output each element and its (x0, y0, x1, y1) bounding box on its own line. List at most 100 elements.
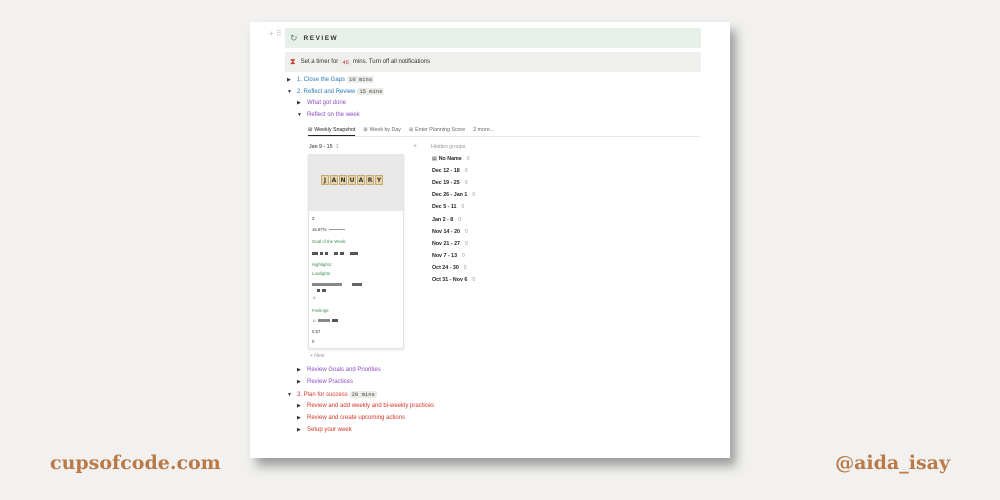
toggle-review-practices[interactable]: ▶ Review Practices (297, 379, 353, 385)
hidden-group-item[interactable]: Dec 26 - Jan 1 0 (432, 192, 475, 198)
tab-weekly-snapshot[interactable]: ⊞ Weekly Snapshot (308, 126, 356, 136)
duration-badge: 20 mins (349, 391, 377, 398)
hidden-group-label: Nov 14 - 20 (432, 228, 460, 235)
toggle-label: Review and create upcoming actions (307, 415, 406, 421)
tab-label: Enter Planning Score (415, 127, 466, 133)
emoji-face-icon: ☺ (312, 318, 317, 323)
toggle-what-got-done[interactable]: ▶ What got done (297, 100, 346, 106)
letter-tile: A (357, 175, 365, 185)
toggle-setup-week[interactable]: ▶ Setup your week (297, 427, 352, 433)
hidden-group-item[interactable]: Oct 31 - Nov 6 0 (432, 277, 475, 283)
table-icon: ⊞ (308, 126, 313, 133)
tab-label: Weekly Snapshot (314, 126, 356, 133)
hidden-group-item[interactable]: ▤ No Name 0 (432, 156, 469, 162)
group-title: Jan 9 - 15 (309, 144, 333, 150)
letter-tile: R (366, 175, 374, 185)
card-cover-image: JANUARY (309, 155, 403, 211)
add-group-button[interactable]: + (413, 143, 417, 150)
section-label: 1. Close the Gaps (297, 76, 346, 83)
feelings-label: Feelings: (312, 308, 330, 313)
lowlights-label: Lowlights: (312, 271, 332, 276)
toggle-plan-for-success[interactable]: ▼ 3. Plan for success 20 mins (287, 391, 379, 398)
toggle-close-the-gaps[interactable]: ▶ 1. Close the Gaps 10 mins (287, 76, 376, 83)
hidden-group-item[interactable]: Nov 14 - 20 0 (432, 229, 468, 235)
table-icon: ⊞ (363, 127, 368, 133)
hidden-group-count: 0 (472, 277, 476, 283)
hidden-groups-label: Hidden groups (431, 144, 466, 150)
toggle-review-goals[interactable]: ▶ Review Goals and Priorities (297, 367, 381, 373)
toggle-label: Review Goals and Priorities (307, 367, 381, 373)
triangle-right-icon[interactable]: ▶ (297, 415, 307, 421)
letter-tile: Y (375, 175, 383, 185)
drag-handle-icon[interactable]: + ⠿ (269, 29, 282, 38)
triangle-right-icon[interactable]: ▶ (297, 427, 307, 433)
hidden-group-item[interactable]: Dec 12 - 18 0 (432, 168, 467, 174)
card-value-b: 0.57 (312, 329, 321, 334)
card-value-c: 0 (312, 339, 315, 344)
toggle-reflect-on-the-week[interactable]: ▼ Reflect on the week (297, 112, 360, 118)
lowlights-redacted (312, 282, 364, 287)
hidden-group-count: 0 (463, 264, 467, 271)
tab-enter-planning-score[interactable]: ⊞ Enter Planning Score (409, 126, 465, 136)
toggle-label: Setup your week (307, 427, 352, 433)
hidden-group-item[interactable]: Nov 21 - 27 0 (432, 241, 468, 247)
hidden-group-item[interactable]: Jan 2 - 8 0 (432, 217, 461, 223)
timer-suffix: mins. Turn off all notifications (352, 59, 431, 65)
new-card-button[interactable]: + New (310, 353, 324, 359)
letter-tile: A (330, 175, 338, 185)
hidden-group-item[interactable]: Dec 5 - 11 0 (432, 204, 464, 210)
hidden-group-count: 0 (462, 252, 465, 259)
hidden-group-label: Dec 5 - 11 (432, 204, 457, 211)
hourglass-icon: ⧗ (290, 57, 296, 66)
hidden-group-label: Jan 2 - 8 (432, 216, 454, 223)
letter-tile: U (348, 175, 356, 185)
triangle-right-icon[interactable]: ▶ (297, 367, 307, 373)
brand-site: cupsofcode.com (50, 452, 221, 474)
hidden-group-label: Oct 24 - 30 (432, 264, 459, 271)
review-title: REVIEW (303, 34, 339, 42)
board-card[interactable]: JANUARY 2 16.67% Goal of the Week: Highl… (308, 154, 404, 349)
hidden-group-label: Dec 19 - 25 (432, 180, 460, 187)
triangle-down-icon[interactable]: ▼ (297, 112, 307, 118)
triangle-down-icon[interactable]: ▼ (287, 392, 297, 398)
triangle-down-icon[interactable]: ▼ (287, 89, 297, 95)
card-value-a: 2 (312, 216, 315, 221)
hidden-group-label: No Name (438, 156, 462, 162)
tab-more-views[interactable]: 2 more... (473, 126, 494, 136)
triangle-right-icon[interactable]: ▶ (287, 77, 297, 83)
hidden-group-label: Oct 31 - Nov 6 (432, 277, 468, 283)
hidden-group-count: 0 (464, 228, 468, 235)
table-icon: ⊞ (408, 127, 414, 133)
scrabble-tiles: JANUARY (321, 175, 383, 185)
hidden-group-count: 0 (466, 156, 470, 162)
tab-label: Week by Day (369, 127, 401, 133)
section-label: 2. Reflect and Review (297, 88, 356, 95)
hidden-group-item[interactable]: Dec 19 - 25 0 (432, 180, 467, 186)
highlights-label: Highlights: (312, 262, 333, 267)
database-view-tabs: ⊞ Weekly Snapshot ⊞ Week by Day ⊞ Enter … (308, 126, 700, 137)
toggle-label: Review and add weekly and bi-weekly prac… (307, 403, 435, 409)
toggle-label: Review Practices (307, 379, 354, 385)
letter-tile: J (321, 175, 329, 185)
hidden-group-item[interactable]: Oct 24 - 30 0 (432, 265, 467, 271)
duration-badge: 15 mins (357, 88, 385, 95)
hidden-group-count: 0 (458, 216, 461, 223)
hidden-group-count: 0 (464, 180, 468, 187)
timer-minutes: 45 (340, 58, 351, 66)
hidden-group-item[interactable]: Nov 7 - 13 0 (432, 253, 465, 259)
hidden-group-label: Nov 7 - 13 (432, 252, 458, 259)
board-group-header[interactable]: Jan 9 - 15 1 (309, 144, 339, 150)
duration-badge: 10 mins (347, 76, 375, 83)
goal-label: Goal of the Week: (312, 239, 347, 244)
triangle-right-icon[interactable]: ▶ (297, 379, 307, 385)
toggle-weekly-practices[interactable]: ▶ Review and add weekly and bi-weekly pr… (297, 403, 434, 409)
toggle-upcoming-actions[interactable]: ▶ Review and create upcoming actions (297, 415, 405, 421)
goal-redacted (312, 251, 360, 256)
toggle-reflect-and-review[interactable]: ▼ 2. Reflect and Review 15 mins (287, 88, 386, 95)
triangle-right-icon[interactable]: ▶ (297, 100, 307, 106)
triangle-right-icon[interactable]: ▶ (297, 403, 307, 409)
toggle-label: Reflect on the week (307, 112, 360, 118)
tab-week-by-day[interactable]: ⊞ Week by Day (363, 126, 401, 136)
progress-bar (328, 229, 345, 231)
hidden-group-count: 0 (472, 192, 476, 199)
